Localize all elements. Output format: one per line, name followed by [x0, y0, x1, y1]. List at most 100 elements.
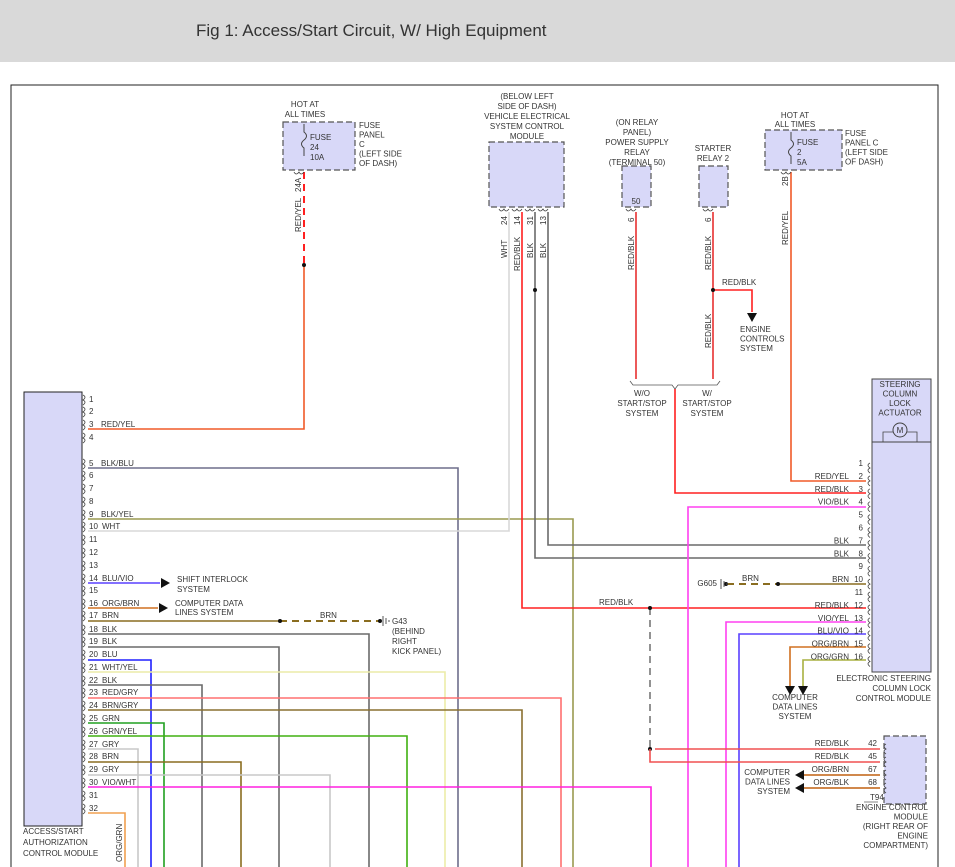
left-pin-number: 30: [89, 778, 98, 787]
connector-terminal-icon: [867, 565, 871, 577]
ground-g43-label: RIGHT: [392, 637, 417, 646]
right-pin-number: 8: [859, 549, 864, 558]
connector-terminal-icon: [82, 610, 86, 622]
left-pin-number: 7: [89, 484, 94, 493]
left-pin-number: 29: [89, 765, 98, 774]
connector-terminal-icon: [867, 591, 871, 603]
connector-terminal-icon: [82, 560, 86, 572]
connector-terminal-icon: [82, 624, 86, 636]
ecm-label: COMPARTMENT): [863, 841, 928, 850]
left-pin-number: 6: [89, 471, 94, 480]
wire-red-blk-engine-controls: [713, 289, 753, 312]
left-pin-number: 23: [89, 688, 98, 697]
electronic-steering-column-lock-control-module: [871, 441, 932, 673]
left-module-label: ACCESS/START: [23, 827, 84, 836]
wire-red-yel: [88, 265, 305, 430]
right-pin-number: 5: [859, 511, 864, 520]
with-start-stop-label: START/STOP: [682, 399, 731, 408]
wire-color-label: BLK: [102, 625, 118, 634]
connector-terminal-icon: [82, 483, 86, 495]
fuse-panel-location-label: OF DASH): [845, 158, 884, 167]
left-pin-number: 1: [89, 395, 94, 404]
left-module-label: CONTROL MODULE: [23, 849, 98, 858]
shift-interlock-label: SYSTEM: [177, 585, 210, 594]
ecm-label: ENGINE: [897, 832, 928, 841]
connector-terminal-icon: [524, 208, 536, 212]
wire-color-label: RED/BLK: [704, 313, 713, 348]
fuse-panel-location-label: (LEFT SIDE: [359, 150, 402, 159]
wire-color-label: BRN/GRY: [102, 701, 139, 710]
wiring-diagram: HOT ATALL TIMESFUSE2410AFUSEPANELC(LEFT …: [10, 84, 939, 867]
vescm-label: MODULE: [510, 132, 544, 141]
left-pin-number: 13: [89, 561, 98, 570]
connector-terminal-icon: [867, 514, 871, 525]
fuse-panel-location-label: PANEL C: [845, 139, 879, 148]
connector-terminal-icon: [867, 617, 871, 629]
right-pin-number: 16: [854, 653, 863, 662]
computer-data-lines-label: SYSTEM: [757, 787, 790, 796]
right-module-label: ELECTRONIC STEERING: [836, 674, 931, 683]
left-pin-number: 26: [89, 727, 98, 736]
vescm-label: SIDE OF DASH): [497, 102, 556, 111]
right-pin-number: 7: [859, 536, 864, 545]
relay-terminal-label: 50: [632, 197, 641, 206]
connector-terminal-icon: [82, 739, 86, 751]
right-pin-number: 4: [859, 498, 864, 507]
fuse-2-label: 5A: [797, 158, 807, 167]
wire-color-label: ORG/BRN: [812, 640, 850, 649]
computer-data-lines-label: COMPUTER: [772, 693, 818, 702]
vescm-pin-number: 24: [500, 216, 509, 225]
power-relay-label: (ON RELAY: [616, 118, 659, 127]
computer-data-lines-label: COMPUTER DATA: [175, 599, 244, 608]
relay-pin-number: 6: [627, 217, 636, 222]
connector-terminal-icon: [867, 643, 871, 654]
starter-relay-2: [698, 165, 729, 208]
connector-terminal-icon: [82, 751, 86, 763]
wire-color-label: RED/YEL: [294, 197, 303, 232]
actuator-label: STEERING: [880, 380, 921, 389]
fuse-panel-location-label: C: [359, 140, 365, 149]
vescm-pin-number: 14: [513, 216, 522, 225]
ecm-label: MODULE: [894, 813, 928, 822]
connector-terminal-icon: [702, 208, 714, 212]
wire-vio-blk: [687, 506, 866, 867]
wire-color-label: BLK: [539, 242, 548, 258]
fuse-panel-location-label: FUSE: [845, 129, 866, 138]
fuse-hot-label: ALL TIMES: [285, 110, 325, 119]
left-pin-number: 5: [89, 459, 94, 468]
connector-terminal-icon: [82, 509, 86, 521]
wire-blk-blu: [88, 467, 459, 867]
connector-terminal-icon: [867, 462, 871, 474]
wire-color-label: RED/BLK: [627, 235, 636, 270]
fuse-2-label: 2: [797, 148, 802, 157]
arrow-left-icon: [795, 770, 804, 780]
connector-terminal-icon: [867, 630, 871, 642]
left-pin-number: 2: [89, 407, 94, 416]
wire-color-label: ORG/BRN: [102, 599, 140, 608]
fuse-24-label: 10A: [310, 153, 325, 162]
connector-terminal-icon: [867, 540, 871, 551]
fuse-hot-label: HOT AT: [781, 111, 809, 120]
wire-color-label: RED/GRY: [102, 688, 139, 697]
left-pin-number: 27: [89, 740, 98, 749]
wire-color-label: RED/BLK: [704, 235, 713, 270]
connector-terminal-icon: [867, 604, 871, 616]
starter-relay-label: STARTER: [695, 144, 732, 153]
right-pin-number: 9: [859, 562, 864, 571]
actuator-label: LOCK: [889, 399, 911, 408]
engine-control-module: [883, 735, 927, 805]
wire-color-label: VIO/WHT: [102, 778, 136, 787]
left-pin-number: 21: [89, 663, 98, 672]
connector-terminal-icon: [82, 432, 86, 444]
motor-label: M: [897, 426, 904, 435]
wire-brn-gry: [88, 709, 523, 867]
fuse-24-label: 24: [310, 143, 319, 152]
computer-data-lines-label: DATA LINES: [745, 778, 790, 787]
connector-terminal-icon: [537, 208, 549, 212]
wire-color-label: RED/BLK: [815, 601, 850, 610]
left-pin-number: 32: [89, 804, 98, 813]
wire-color-label: RED/YEL: [781, 210, 790, 245]
left-pin-number: 17: [89, 611, 98, 620]
wire-color-label: RED/BLK: [599, 598, 634, 607]
wire-color-label: RED/YEL: [101, 420, 136, 429]
